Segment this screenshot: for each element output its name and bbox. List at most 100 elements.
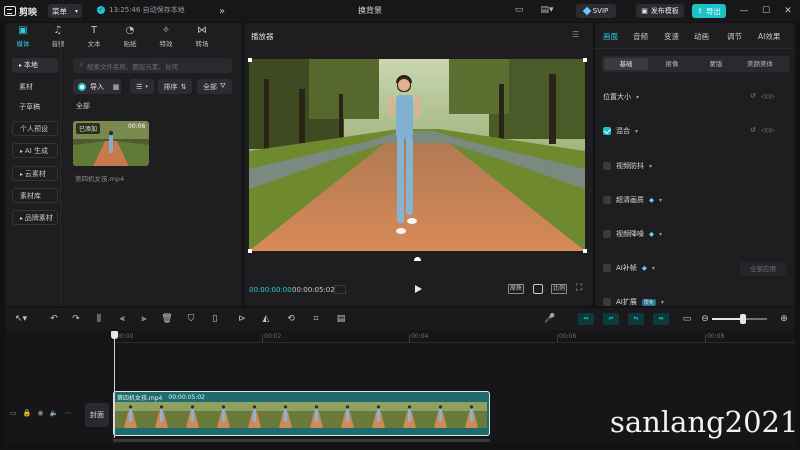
screen-icon[interactable]: ▭ bbox=[681, 313, 693, 325]
timeline-scrollbar[interactable] bbox=[113, 439, 490, 442]
maximize-icon[interactable]: ☐ bbox=[759, 4, 773, 18]
zoom-in-icon[interactable]: ⊕ bbox=[778, 313, 790, 325]
eye-icon[interactable]: ◉ bbox=[37, 409, 43, 417]
play-icon[interactable] bbox=[413, 284, 423, 294]
crop-handle[interactable] bbox=[248, 58, 252, 62]
property-subtab[interactable]: 抠像 bbox=[650, 58, 694, 70]
freeze-icon[interactable]: ▯ bbox=[209, 313, 221, 325]
property-row[interactable]: 超清画质 ◆ ▾ bbox=[603, 194, 662, 206]
rotate-icon[interactable]: ⟲ bbox=[285, 313, 297, 325]
double-chevron-right-icon[interactable]: » bbox=[219, 6, 231, 20]
crop-icon[interactable]: ⌗ bbox=[310, 313, 322, 325]
nav-item[interactable]: ▸ AI 生成 bbox=[12, 143, 58, 158]
trim-right-icon[interactable]: ⫸ bbox=[138, 313, 150, 325]
video-preview[interactable] bbox=[249, 59, 585, 251]
checkbox[interactable] bbox=[603, 298, 611, 306]
checkbox[interactable] bbox=[603, 162, 611, 170]
nav-item[interactable]: ▸ 品牌素材 bbox=[12, 210, 58, 225]
zoom-out-icon[interactable]: ⊖ bbox=[699, 313, 711, 325]
split-icon[interactable]: ⫼ bbox=[93, 313, 105, 325]
rotate-handle-icon[interactable] bbox=[414, 257, 421, 261]
shield-icon[interactable]: ⛉ bbox=[185, 313, 197, 325]
property-row[interactable]: 位置大小 ▾ bbox=[603, 91, 639, 103]
link-icon[interactable]: ⇋ bbox=[628, 313, 644, 325]
crop-handle[interactable] bbox=[583, 249, 587, 253]
checkbox[interactable] bbox=[603, 127, 611, 135]
main-track-magnet-icon[interactable]: ⇔ bbox=[578, 313, 594, 325]
playhead-handle[interactable] bbox=[111, 331, 118, 339]
preview-axis-icon[interactable]: ⇹ bbox=[653, 313, 669, 325]
svip-button[interactable]: SVIP bbox=[576, 4, 616, 18]
property-subtab[interactable]: 美颜美体 bbox=[738, 58, 782, 70]
tab-effects[interactable]: ✧ 特效 bbox=[151, 25, 181, 49]
fullscreen-icon[interactable]: ⛶ bbox=[576, 283, 582, 293]
speaker-icon[interactable]: 🔈 bbox=[49, 409, 58, 417]
keyframe-icon[interactable]: ◁◇▷ bbox=[761, 127, 775, 134]
property-tab[interactable]: 调节 bbox=[727, 31, 742, 42]
delete-icon[interactable]: 🗑 bbox=[161, 313, 173, 325]
project-title[interactable]: 换背景 bbox=[340, 5, 400, 16]
undo-icon[interactable]: ↶ bbox=[48, 313, 60, 325]
property-row[interactable]: 混合 ▾ bbox=[603, 125, 638, 137]
sort-button[interactable]: 排序 ⇅ bbox=[158, 79, 192, 94]
property-subtab[interactable]: 基础 bbox=[604, 58, 648, 70]
property-row[interactable]: 视频防抖 ▾ bbox=[603, 160, 652, 172]
redo-icon[interactable]: ↷ bbox=[70, 313, 82, 325]
property-subtab[interactable]: 蒙版 bbox=[694, 58, 738, 70]
checkbox[interactable] bbox=[603, 264, 611, 272]
apply-all-button[interactable]: 全部应用 bbox=[740, 262, 786, 276]
minimize-icon[interactable]: — bbox=[737, 4, 751, 18]
layout-menu-icon[interactable]: ▤▾ bbox=[537, 5, 557, 16]
more-icon[interactable]: ⋯ bbox=[64, 409, 71, 417]
playhead[interactable] bbox=[114, 338, 115, 438]
layout-icon[interactable]: ▭ bbox=[513, 5, 525, 16]
tab-sticker[interactable]: ◔ 贴纸 bbox=[115, 25, 145, 49]
auto-caption-icon[interactable]: ▤ bbox=[335, 313, 347, 325]
nav-item[interactable]: 素材库 bbox=[12, 188, 58, 203]
reset-icon[interactable]: ↺ bbox=[750, 92, 756, 100]
tab-transition[interactable]: ⋈ 转场 bbox=[187, 25, 217, 49]
fit-icon[interactable] bbox=[533, 284, 543, 294]
aspect-ratio-button[interactable]: 比例 bbox=[551, 284, 567, 294]
cover-button[interactable]: 封面 bbox=[85, 403, 109, 427]
nav-item[interactable]: 素材 bbox=[12, 80, 58, 95]
keyframe-icon[interactable]: ◁◇▷ bbox=[761, 93, 775, 100]
property-tab[interactable]: 变速 bbox=[664, 31, 679, 42]
lock-icon[interactable]: 🔒 bbox=[23, 409, 32, 417]
nav-item[interactable]: 个人预设 bbox=[12, 121, 58, 136]
auto-snap-icon[interactable]: ⇌ bbox=[603, 313, 619, 325]
nav-item[interactable]: ▸ 云素材 bbox=[12, 166, 58, 181]
crop-handle[interactable] bbox=[248, 249, 252, 253]
select-tool-icon[interactable]: ↖▾ bbox=[11, 313, 31, 325]
nav-item[interactable]: 子草稿 bbox=[12, 100, 58, 115]
checkbox[interactable] bbox=[603, 230, 611, 238]
nav-item[interactable]: ▸ 本地 bbox=[12, 58, 58, 73]
filter-button[interactable]: 全部 ⛛ bbox=[197, 79, 232, 94]
export-button[interactable]: ⇪ 导出 bbox=[692, 4, 726, 18]
menu-lines-icon[interactable]: ☰ bbox=[572, 30, 579, 39]
reverse-play-icon[interactable]: ⊳ bbox=[236, 313, 248, 325]
track-screen-icon[interactable]: ▭ bbox=[10, 409, 17, 417]
media-search-input[interactable]: ⌕ 搜索文件名称、图层元素、台词 bbox=[73, 58, 232, 73]
close-icon[interactable]: ✕ bbox=[781, 4, 795, 18]
reset-icon[interactable]: ↺ bbox=[750, 126, 756, 134]
tab-media[interactable]: ▣ 媒体 bbox=[8, 25, 38, 49]
grid-view-icon[interactable]: ▦ bbox=[107, 79, 125, 94]
property-row[interactable]: AI补帧 ◆ ▾ bbox=[603, 262, 655, 274]
crop-handle[interactable] bbox=[583, 58, 587, 62]
grid-icon[interactable] bbox=[334, 285, 346, 294]
zoom-slider-handle[interactable] bbox=[740, 314, 746, 324]
publish-template-button[interactable]: ▣ 发布模板 bbox=[636, 4, 684, 18]
checkbox[interactable] bbox=[603, 196, 611, 204]
property-tab[interactable]: 音频 bbox=[633, 31, 648, 42]
view-toggle-button[interactable]: ☰ ▾ bbox=[130, 79, 154, 94]
property-tab[interactable]: 动画 bbox=[694, 31, 709, 42]
tab-audio[interactable]: ♫ 音频 bbox=[43, 25, 73, 49]
property-tab[interactable]: AI效果 bbox=[758, 31, 780, 42]
tab-text[interactable]: T 文本 bbox=[79, 25, 109, 49]
property-row[interactable]: AI扩展 限免 ▾ bbox=[603, 296, 664, 308]
trim-left-icon[interactable]: ⫷ bbox=[116, 313, 128, 325]
menu-button[interactable]: 菜单 ▾ bbox=[48, 4, 82, 18]
mirror-icon[interactable]: ◭ bbox=[260, 313, 272, 325]
property-row[interactable]: 视频降噪 ◆ ▾ bbox=[603, 228, 662, 240]
